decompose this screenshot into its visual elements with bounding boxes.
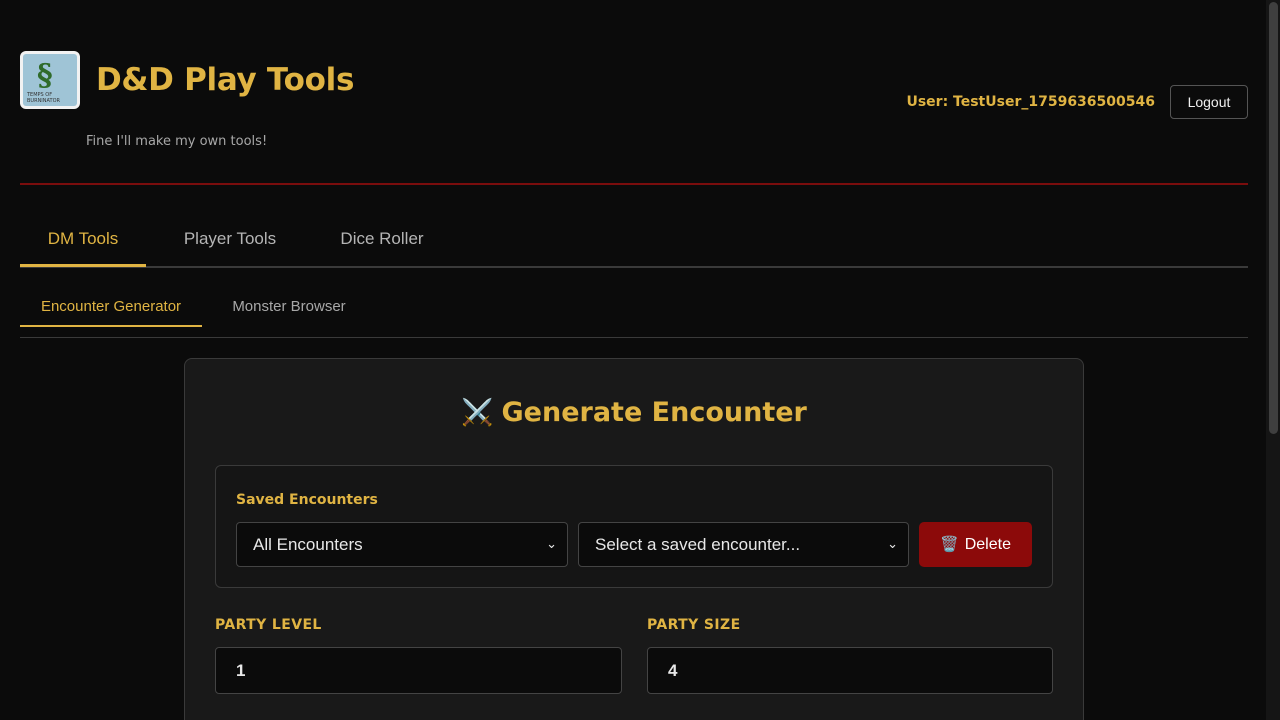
saved-encounter-select[interactable]: Select a saved encounter... ⌄ [578,522,909,567]
page-scrollbar[interactable] [1266,0,1280,720]
logout-button[interactable]: Logout [1170,85,1248,119]
saved-encounters-label: Saved Encounters [236,492,378,508]
main-tab-bar: DM Tools Player Tools Dice Roller [20,215,1248,268]
party-level-input[interactable] [215,647,622,694]
party-level-label: PARTY LEVEL [215,617,322,633]
saved-encounters-panel: Saved Encounters All Encounters ⌄ Select… [215,465,1053,588]
delete-label: Delete [964,536,1011,553]
app-header: § TEMPS OF BURNINATOR D&D Play Tools Fin… [20,0,1248,185]
current-user-label: User: TestUser_1759636500546 [906,94,1155,110]
app-logo: § TEMPS OF BURNINATOR [20,51,80,109]
chevron-down-icon: ⌄ [546,536,557,551]
encounter-filter-value: All Encounters [253,535,363,554]
tab-dm-tools[interactable]: DM Tools [20,215,146,267]
dragon-icon: § [37,58,53,93]
sub-tab-bar: Encounter Generator Monster Browser [20,285,1248,338]
crossed-swords-icon: ⚔️ [461,398,494,428]
logo-image: § TEMPS OF BURNINATOR [23,54,77,106]
tab-dice-roller[interactable]: Dice Roller [324,215,440,267]
delete-encounter-button[interactable]: 🗑️ Delete [919,522,1032,567]
card-heading: ⚔️ Generate Encounter [185,397,1083,428]
card-title: Generate Encounter [501,397,807,428]
trash-icon: 🗑️ [940,536,959,553]
tab-player-tools[interactable]: Player Tools [166,215,294,267]
app-title: D&D Play Tools [96,62,355,98]
tab-encounter-generator[interactable]: Encounter Generator [20,285,202,327]
logo-caption: TEMPS OF BURNINATOR [27,92,61,104]
party-size-input[interactable] [647,647,1053,694]
party-size-label: PARTY SIZE [647,617,741,633]
page: § TEMPS OF BURNINATOR D&D Play Tools Fin… [20,0,1248,720]
app-subtitle: Fine I'll make my own tools! [86,134,268,149]
saved-encounter-placeholder: Select a saved encounter... [595,535,801,554]
scrollbar-thumb[interactable] [1269,2,1278,434]
chevron-down-icon: ⌄ [887,536,898,551]
encounter-card: ⚔️ Generate Encounter Saved Encounters Al… [184,358,1084,720]
encounter-filter-select[interactable]: All Encounters ⌄ [236,522,568,567]
tab-monster-browser[interactable]: Monster Browser [222,285,356,327]
